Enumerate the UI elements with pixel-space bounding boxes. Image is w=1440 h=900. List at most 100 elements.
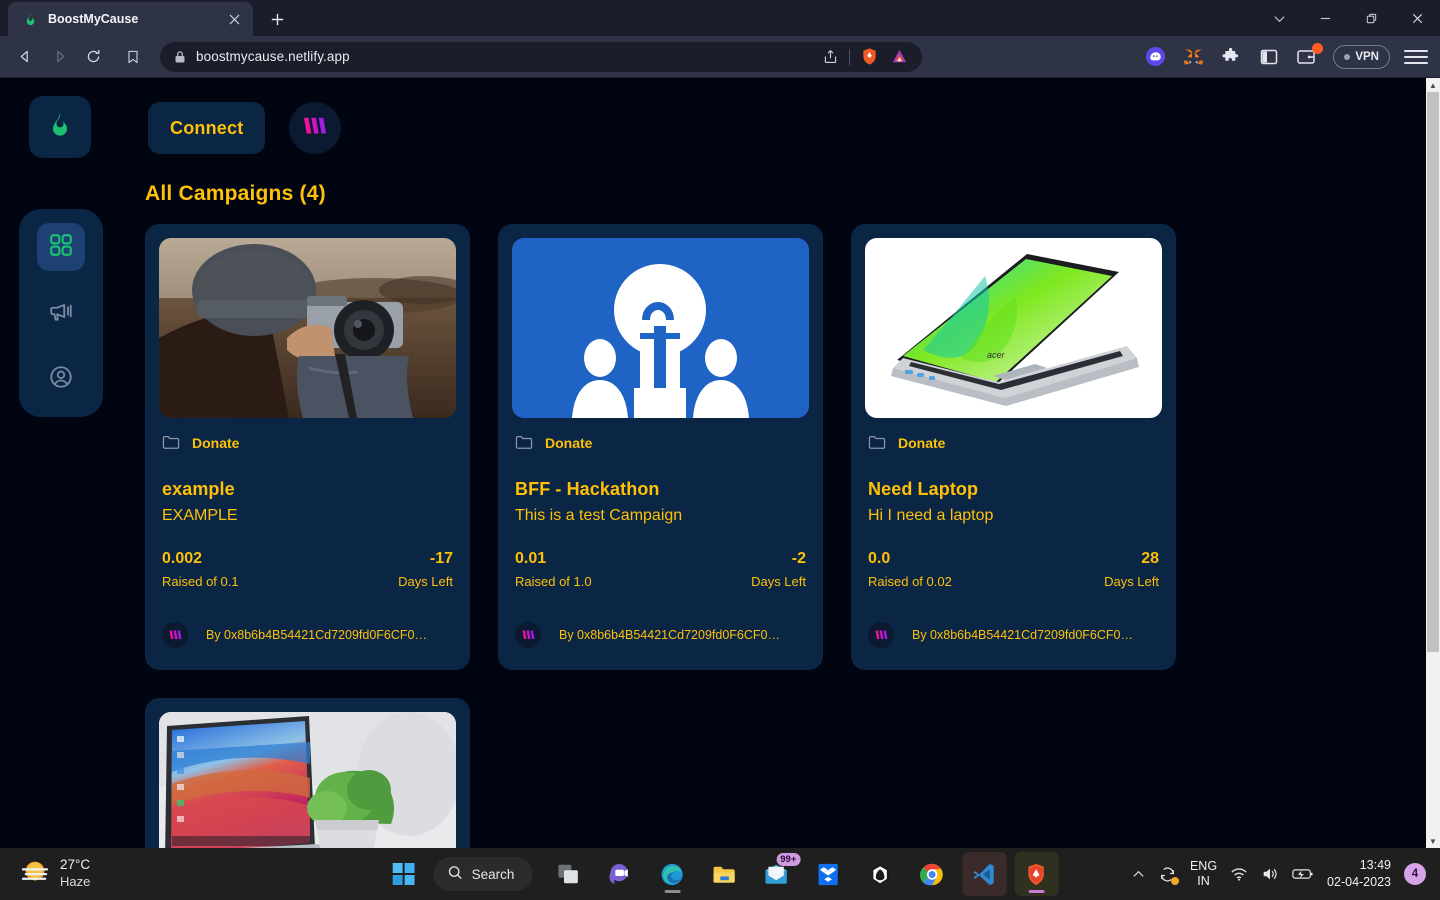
sidebar-toggle-icon[interactable] bbox=[1257, 45, 1281, 69]
profile-icon bbox=[48, 364, 74, 395]
owner-address: By 0x8b6b4B54421Cd7209fd0F6CF0… bbox=[206, 628, 427, 642]
browser-toolbar: boostmycause.netlify.app VPN bbox=[0, 36, 1440, 78]
new-tab-button[interactable] bbox=[263, 5, 291, 33]
speaker-icon[interactable] bbox=[1261, 865, 1279, 883]
browser-window: BoostMyCause boostmycause.netlify.app VP… bbox=[0, 0, 1440, 900]
campaign-card[interactable] bbox=[145, 698, 470, 848]
vscode-button[interactable] bbox=[962, 852, 1007, 896]
folder-icon bbox=[515, 434, 533, 452]
campaign-category-label: Donate bbox=[898, 435, 946, 451]
folder-icon bbox=[868, 434, 886, 452]
edge-button[interactable] bbox=[650, 852, 694, 896]
campaign-body: Donate example EXAMPLE 0.002 Raised of 0… bbox=[159, 418, 456, 670]
campaign-title: example bbox=[162, 479, 235, 499]
url-text: boostmycause.netlify.app bbox=[196, 49, 350, 64]
brave-nightly-button[interactable] bbox=[858, 852, 902, 896]
campaign-card[interactable]: Donate example EXAMPLE 0.002 Raised of 0… bbox=[145, 224, 470, 670]
owner-avatar-icon bbox=[515, 622, 541, 648]
sidebar-item-campaign[interactable] bbox=[37, 289, 85, 337]
scroll-up-arrow[interactable]: ▲ bbox=[1426, 78, 1440, 92]
scroll-down-arrow[interactable]: ▼ bbox=[1426, 834, 1440, 848]
chevron-up-icon[interactable] bbox=[1132, 868, 1145, 881]
file-explorer-button[interactable] bbox=[702, 852, 746, 896]
address-bar[interactable]: boostmycause.netlify.app bbox=[160, 41, 922, 72]
raised-label: Raised of 0.1 bbox=[162, 574, 239, 589]
raised-value: 0.002 bbox=[162, 550, 203, 567]
system-tray: ENG IN 13:49 02-04-2023 4 bbox=[1132, 857, 1426, 891]
weather-widget[interactable]: 27°C Haze bbox=[20, 857, 90, 892]
bookmark-icon[interactable] bbox=[118, 42, 148, 72]
clock[interactable]: 13:49 02-04-2023 bbox=[1327, 857, 1391, 891]
battery-icon[interactable] bbox=[1292, 866, 1314, 882]
brave-wallet-icon[interactable] bbox=[1295, 42, 1324, 69]
page-scrollbar[interactable]: ▲ ▼ bbox=[1426, 78, 1440, 848]
minimize-button[interactable] bbox=[1302, 0, 1348, 36]
campaign-card[interactable]: acer Donate Need Laptop Hi I need a lapt… bbox=[851, 224, 1176, 670]
owner-address: By 0x8b6b4B54421Cd7209fd0F6CF0… bbox=[559, 628, 780, 642]
restore-button[interactable] bbox=[1348, 0, 1394, 36]
reload-icon[interactable] bbox=[78, 42, 108, 72]
brave-shields-icon[interactable] bbox=[858, 46, 880, 68]
close-window-button[interactable] bbox=[1394, 0, 1440, 36]
main-content: All Campaigns (4) Donate example EXAMPLE… bbox=[145, 182, 1426, 848]
tab-search-button[interactable] bbox=[1256, 0, 1302, 36]
weather-condition: Haze bbox=[60, 874, 91, 890]
tab-strip: BoostMyCause bbox=[0, 0, 1440, 36]
sidebar-item-profile[interactable] bbox=[37, 355, 85, 403]
wifi-icon[interactable] bbox=[1230, 865, 1248, 883]
sidebar-item-dashboard[interactable] bbox=[37, 223, 85, 271]
browser-tab[interactable]: BoostMyCause bbox=[8, 2, 253, 36]
onedrive-sync-icon[interactable] bbox=[1158, 865, 1179, 885]
campaign-grid: Donate example EXAMPLE 0.002 Raised of 0… bbox=[145, 224, 1426, 848]
header-actions: Connect bbox=[148, 102, 342, 154]
extensions-area: VPN bbox=[940, 42, 1430, 69]
language-indicator[interactable]: ENG IN bbox=[1190, 859, 1217, 889]
scrollbar-thumb[interactable] bbox=[1427, 92, 1439, 652]
vpn-button[interactable]: VPN bbox=[1333, 44, 1390, 69]
taskview-button[interactable] bbox=[546, 852, 590, 896]
days-value: -2 bbox=[791, 550, 806, 567]
campaign-owner: By 0x8b6b4B54421Cd7209fd0F6CF0… bbox=[515, 622, 806, 670]
windows-taskbar: 27°C Haze Search 99+ ENG IN 13:49 02-04-… bbox=[0, 848, 1440, 900]
campaign-category-label: Donate bbox=[192, 435, 240, 451]
back-arrow-icon[interactable] bbox=[10, 42, 40, 72]
wallet-avatar-button[interactable] bbox=[289, 102, 342, 154]
campaign-description: This is a test Campaign bbox=[515, 507, 683, 524]
app-logo[interactable] bbox=[29, 96, 91, 158]
clock-date: 02-04-2023 bbox=[1327, 875, 1391, 889]
days-value: 28 bbox=[1141, 550, 1159, 567]
connect-button[interactable]: Connect bbox=[148, 102, 266, 154]
share-icon[interactable] bbox=[819, 46, 841, 68]
campaign-title: BFF - Hackathon bbox=[515, 479, 660, 499]
chat-button[interactable] bbox=[598, 852, 642, 896]
owner-avatar-icon bbox=[868, 622, 894, 648]
campaign-image-desk bbox=[159, 712, 456, 848]
language-code: ENG bbox=[1189, 859, 1218, 873]
phantom-wallet-icon[interactable] bbox=[1143, 45, 1167, 69]
campaign-body: Donate Need Laptop Hi I need a laptop 0.… bbox=[865, 418, 1162, 670]
campaign-category-label: Donate bbox=[545, 435, 593, 451]
wallet-notification-dot bbox=[1312, 42, 1324, 54]
campaign-card[interactable]: Donate BFF - Hackathon This is a test Ca… bbox=[498, 224, 823, 670]
mail-button[interactable]: 99+ bbox=[754, 852, 801, 896]
chrome-button[interactable] bbox=[910, 852, 954, 896]
campaign-image-laptop: acer bbox=[865, 238, 1162, 418]
lock-icon bbox=[174, 50, 186, 64]
notification-badge[interactable]: 4 bbox=[1404, 863, 1426, 885]
grid-icon bbox=[48, 232, 74, 263]
days-stat: 28 Days Left bbox=[1104, 550, 1159, 589]
metamask-icon[interactable] bbox=[1181, 45, 1205, 69]
brave-rewards-icon[interactable] bbox=[888, 46, 910, 68]
extensions-puzzle-icon[interactable] bbox=[1219, 45, 1243, 69]
dropbox-button[interactable] bbox=[806, 852, 850, 896]
vpn-label: VPN bbox=[1355, 50, 1379, 63]
taskbar-search-button[interactable]: Search bbox=[433, 857, 533, 891]
hamburger-menu-icon[interactable] bbox=[1404, 45, 1428, 69]
brave-browser-button[interactable] bbox=[1014, 852, 1059, 896]
windows-start-button[interactable] bbox=[382, 852, 426, 896]
close-icon[interactable] bbox=[225, 10, 243, 28]
campaign-image-photographer bbox=[159, 238, 456, 418]
owner-address: By 0x8b6b4B54421Cd7209fd0F6CF0… bbox=[912, 628, 1133, 642]
region-code: IN bbox=[1197, 874, 1210, 888]
wallet-avatar-icon bbox=[301, 115, 329, 142]
